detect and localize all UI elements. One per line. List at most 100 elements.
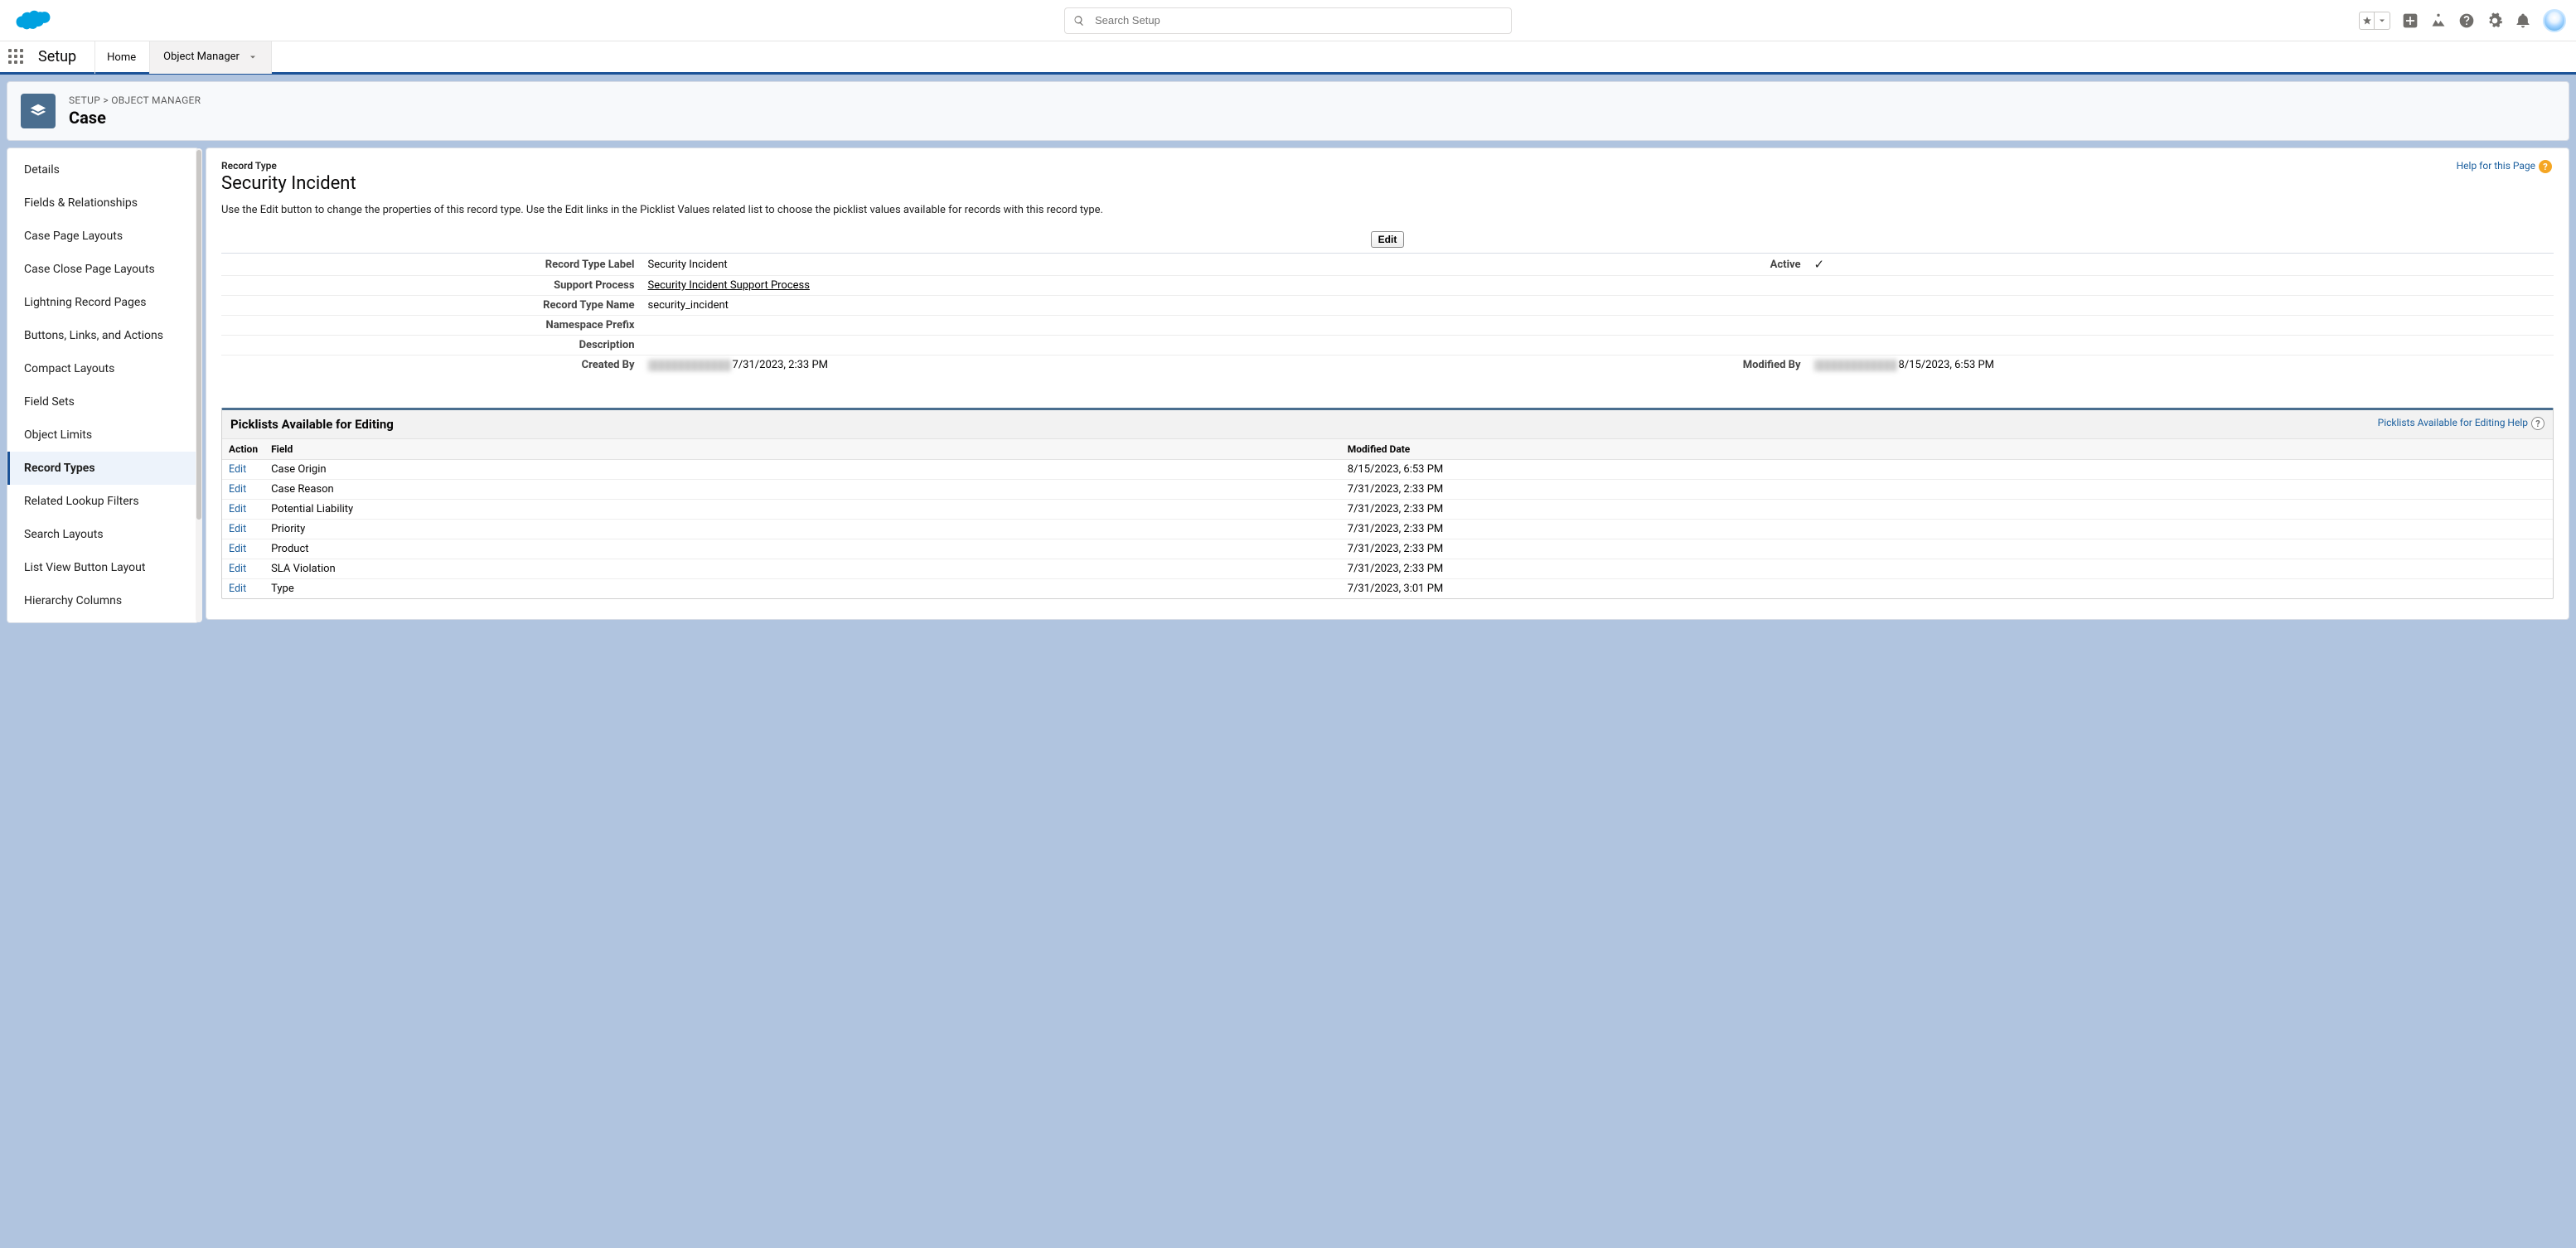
- label-description: Description: [221, 336, 642, 356]
- label-record-type-label: Record Type Label: [221, 254, 642, 276]
- table-row: Edit Potential Liability7/31/2023, 2:33 P…: [222, 500, 2553, 520]
- crumb-setup[interactable]: SETUP: [69, 94, 100, 106]
- tab-home-label: Home: [107, 51, 136, 64]
- app-launcher-icon[interactable]: [8, 49, 25, 65]
- cell-modified: 7/31/2023, 3:01 PM: [1341, 579, 2553, 599]
- sidebar-item-hierarchy-columns[interactable]: Hierarchy Columns: [7, 584, 198, 617]
- tab-object-manager[interactable]: Object Manager: [149, 38, 272, 74]
- search-input[interactable]: [1095, 14, 1503, 27]
- value-modified-by: 8/15/2023, 6:53 PM: [1808, 356, 2554, 375]
- value-modified-date: 8/15/2023, 6:53 PM: [1899, 359, 1995, 371]
- edit-link[interactable]: Edit: [229, 523, 246, 535]
- label-namespace-prefix: Namespace Prefix: [221, 316, 642, 336]
- gear-icon[interactable]: [2486, 12, 2503, 29]
- help-icon[interactable]: [2458, 12, 2475, 29]
- edit-link[interactable]: Edit: [229, 483, 246, 496]
- sidebar-item-lightning-record-pages[interactable]: Lightning Record Pages: [7, 286, 198, 319]
- layers-icon: [29, 102, 47, 120]
- global-search: [1064, 7, 1512, 34]
- cell-modified: 8/15/2023, 6:53 PM: [1341, 460, 2553, 480]
- value-active-check-icon: ✓: [1814, 257, 1825, 272]
- label-active: Active: [1387, 254, 1808, 276]
- support-process-link[interactable]: Security Incident Support Process: [648, 279, 810, 292]
- object-icon: [21, 94, 56, 128]
- sidebar: Details Fields & Relationships Case Page…: [7, 148, 199, 623]
- cell-field: Priority: [264, 520, 1341, 539]
- page-header: SETUP > OBJECT MANAGER Case: [7, 81, 2569, 141]
- edit-link[interactable]: Edit: [229, 583, 246, 595]
- favorites-control[interactable]: [2359, 12, 2390, 30]
- value-record-type-name: security_incident: [642, 296, 2554, 316]
- record-type-title: Security Incident: [221, 173, 2554, 194]
- value-record-type-label: Security Incident: [642, 254, 1388, 276]
- col-field: Field: [264, 439, 1341, 460]
- cell-modified: 7/31/2023, 2:33 PM: [1341, 500, 2553, 520]
- col-action: Action: [222, 439, 264, 460]
- table-row: Edit SLA Violation7/31/2023, 2:33 PM: [222, 559, 2553, 579]
- sidebar-item-field-sets[interactable]: Field Sets: [7, 385, 198, 418]
- value-created-date: 7/31/2023, 2:33 PM: [733, 359, 829, 371]
- page-title: Case: [69, 108, 201, 128]
- value-created-by: 7/31/2023, 2:33 PM: [642, 356, 1388, 375]
- edit-link[interactable]: Edit: [229, 563, 246, 575]
- sidebar-item-buttons-links-actions[interactable]: Buttons, Links, and Actions: [7, 319, 198, 352]
- help-icon[interactable]: ?: [2531, 417, 2545, 430]
- label-created-by: Created By: [221, 356, 642, 375]
- search-icon: [1073, 15, 1085, 27]
- cell-field: Product: [264, 539, 1341, 559]
- table-row: EditCase Origin8/15/2023, 6:53 PM: [222, 460, 2553, 480]
- table-row: Edit Type7/31/2023, 3:01 PM: [222, 579, 2553, 599]
- cell-field: Type: [264, 579, 1341, 599]
- sidebar-item-list-view-button-layout[interactable]: List View Button Layout: [7, 551, 198, 584]
- redacted-created-by-name: [648, 360, 731, 371]
- page-help: Help for this Page?: [2457, 160, 2552, 173]
- bell-icon[interactable]: [2515, 12, 2531, 29]
- table-row: Edit Product7/31/2023, 2:33 PM: [222, 539, 2553, 559]
- salesforce-logo-icon[interactable]: [15, 8, 51, 33]
- help-for-this-page-link[interactable]: Help for this Page: [2457, 160, 2535, 172]
- sidebar-item-related-lookup-filters[interactable]: Related Lookup Filters: [7, 485, 198, 518]
- sidebar-item-search-layouts[interactable]: Search Layouts: [7, 518, 198, 551]
- edit-button[interactable]: Edit: [1371, 231, 1405, 248]
- record-type-description: Use the Edit button to change the proper…: [221, 204, 2554, 216]
- add-icon[interactable]: [2402, 12, 2419, 29]
- cell-modified: 7/31/2023, 2:33 PM: [1341, 539, 2553, 559]
- cell-field: SLA Violation: [264, 559, 1341, 579]
- table-row: Edit Priority7/31/2023, 2:33 PM: [222, 520, 2553, 539]
- redacted-modified-by-name: [1814, 360, 1897, 371]
- global-header: [0, 0, 2576, 41]
- edit-link[interactable]: Edit: [229, 463, 246, 476]
- edit-link[interactable]: Edit: [229, 503, 246, 515]
- table-row: EditCase Reason7/31/2023, 2:33 PM: [222, 480, 2553, 500]
- col-modified-date: Modified Date: [1341, 439, 2553, 460]
- breadcrumb: SETUP > OBJECT MANAGER: [69, 94, 201, 106]
- search-box[interactable]: [1064, 7, 1512, 34]
- sidebar-item-details[interactable]: Details: [7, 153, 198, 186]
- picklists-help-link[interactable]: Picklists Available for Editing Help: [2378, 417, 2528, 428]
- cell-modified: 7/31/2023, 2:33 PM: [1341, 480, 2553, 500]
- sidebar-item-record-types[interactable]: Record Types: [7, 452, 198, 485]
- trailhead-icon[interactable]: [2430, 12, 2447, 29]
- sidebar-item-case-close-page-layouts[interactable]: Case Close Page Layouts: [7, 253, 198, 286]
- sidebar-item-fields[interactable]: Fields & Relationships: [7, 186, 198, 220]
- sidebar-item-case-page-layouts[interactable]: Case Page Layouts: [7, 220, 198, 253]
- tab-home[interactable]: Home: [95, 41, 149, 74]
- sidebar-item-object-limits[interactable]: Object Limits: [7, 418, 198, 452]
- record-type-detail-table: Record Type Label Security Incident Acti…: [221, 253, 2554, 375]
- crumb-object-manager[interactable]: OBJECT MANAGER: [111, 94, 201, 106]
- sidebar-item-compact-layouts[interactable]: Compact Layouts: [7, 352, 198, 385]
- label-modified-by: Modified By: [1387, 356, 1808, 375]
- help-icon[interactable]: ?: [2539, 160, 2552, 173]
- picklists-table: Action Field Modified Date EditCase Orig…: [222, 438, 2553, 598]
- cell-field: Potential Liability: [264, 500, 1341, 520]
- tab-object-manager-label: Object Manager: [163, 51, 240, 63]
- cell-modified: 7/31/2023, 2:33 PM: [1341, 559, 2553, 579]
- edit-link[interactable]: Edit: [229, 543, 246, 555]
- value-description: [642, 336, 2554, 356]
- sidebar-scrollbar[interactable]: [196, 148, 202, 622]
- chevron-down-icon[interactable]: [248, 52, 258, 62]
- label-support-process: Support Process: [221, 276, 642, 296]
- label-record-type-name: Record Type Name: [221, 296, 642, 316]
- cell-modified: 7/31/2023, 2:33 PM: [1341, 520, 2553, 539]
- user-avatar[interactable]: [2543, 9, 2566, 32]
